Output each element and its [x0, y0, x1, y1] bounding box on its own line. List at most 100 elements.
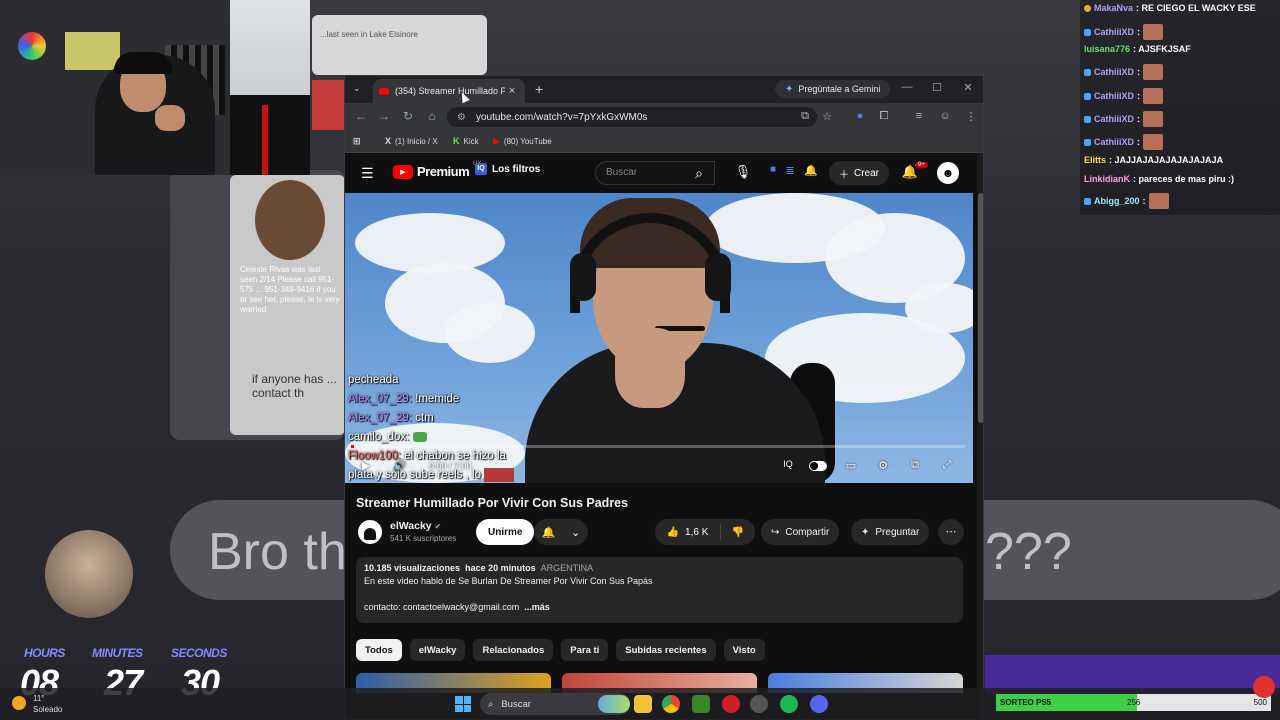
chat-username[interactable]: CathiiiXD — [1094, 114, 1134, 124]
opera-icon[interactable] — [722, 695, 740, 713]
youtube-premium-logo[interactable]: ▶ Premium UY — [393, 161, 481, 179]
bookmarks-bar: ⊞ X (1) Inicio / X K Kick ▶ (80) YouTube — [345, 131, 983, 153]
sorteo-current: 256 — [1127, 698, 1141, 707]
chip-relacionados[interactable]: Relacionados — [473, 639, 554, 661]
site-info-icon[interactable]: ⚙ — [457, 112, 466, 123]
search-icon[interactable]: ⌕ — [681, 161, 717, 185]
chat-username[interactable]: LinkidianK — [1084, 174, 1130, 184]
chip-todos[interactable]: Todos — [356, 639, 402, 661]
new-tab-button[interactable]: + — [535, 81, 543, 97]
chip-subidas-recientes[interactable]: Subidas recientes — [616, 639, 716, 661]
extension-list-icon[interactable]: ≣ — [780, 164, 800, 177]
back-icon[interactable]: ← — [353, 109, 369, 123]
chat-username[interactable]: Elitts — [1084, 155, 1106, 165]
menu-hamburger-icon[interactable]: ☰ — [361, 165, 374, 182]
discord-icon[interactable] — [810, 695, 828, 713]
weather-sun-icon[interactable] — [12, 696, 26, 710]
windows-start-icon[interactable] — [455, 696, 471, 712]
logo-text: Premium — [417, 164, 470, 179]
widgets-icon[interactable] — [598, 695, 630, 713]
chip-para-ti[interactable]: Para ti — [561, 639, 609, 661]
play-icon[interactable]: ▶ — [357, 459, 375, 472]
reload-icon[interactable]: ↻ — [400, 109, 416, 123]
chat-badge-icon — [1084, 92, 1091, 100]
channel-avatar[interactable] — [358, 520, 382, 544]
bookmark-label: (80) YouTube — [503, 137, 552, 146]
chat-username[interactable]: CathiiiXD — [1094, 91, 1134, 101]
file-explorer-icon[interactable] — [634, 695, 652, 713]
settings-gear-icon[interactable]: ⚙ — [874, 459, 892, 472]
extension-blue-icon[interactable]: ● — [852, 110, 868, 122]
voice-search-icon[interactable]: 🎙 — [733, 164, 753, 180]
subtitles-icon[interactable]: ▭ — [842, 459, 860, 472]
weather-temperature: 11° — [33, 694, 45, 703]
extensions-puzzle-icon[interactable]: ⧠ — [876, 110, 892, 123]
bookmark-x[interactable]: X (1) Inicio / X — [385, 136, 438, 146]
install-app-icon[interactable]: ⧉ — [797, 110, 813, 123]
browser-window: ⌄ (354) Streamer Humillado Por V... × + … — [344, 75, 984, 720]
minimize-icon[interactable]: — — [897, 81, 917, 93]
volume-icon[interactable]: 🔊 — [391, 459, 409, 472]
show-more-link[interactable]: ...más — [524, 602, 550, 612]
dislike-button[interactable]: 👎 — [721, 527, 755, 538]
chat-username[interactable]: CathiiiXD — [1094, 67, 1134, 77]
more-actions-icon[interactable]: ⋯ — [938, 519, 964, 545]
chip-elwacky[interactable]: elWacky — [409, 639, 466, 661]
subscription-bell-button[interactable]: 🔔 ⌄ — [534, 519, 588, 545]
ask-button[interactable]: ✦ Preguntar — [851, 519, 930, 545]
like-button[interactable]: 👍 1,6 K — [655, 524, 721, 540]
channel-name[interactable]: elWacky ✔ — [390, 520, 441, 532]
chrome-icon[interactable] — [662, 695, 680, 713]
tab-youtube[interactable]: (354) Streamer Humillado Por V... × — [373, 79, 525, 103]
miniplayer-icon[interactable]: ⧉ — [906, 459, 924, 472]
chat-username[interactable]: Abigg_200 — [1094, 196, 1140, 206]
chat-username[interactable]: CathiiiXD — [1094, 27, 1134, 37]
autoplay-toggle[interactable] — [809, 461, 827, 471]
join-button[interactable]: Unirme — [476, 519, 535, 545]
tab-list-dropdown-icon[interactable]: ⌄ — [353, 83, 361, 94]
page-scrollbar[interactable] — [977, 153, 983, 719]
video-progress-bar[interactable] — [351, 445, 965, 448]
x-logo-icon: X — [385, 136, 392, 146]
chat-emote — [1143, 88, 1164, 104]
chat-text: : — [1137, 91, 1141, 101]
chat-message: Elitts: JAJJAJAJAJAJAJAJAJA — [1084, 155, 1223, 165]
app-icon[interactable] — [750, 695, 768, 713]
filtros-button[interactable]: IQ Los filtros — [475, 163, 540, 175]
country-tag[interactable]: ARGENTINA — [541, 563, 594, 573]
video-player[interactable]: pecheada Alex_07_29: !memide Alex_07_29:… — [345, 193, 973, 483]
spotify-icon[interactable] — [780, 695, 798, 713]
create-button[interactable]: ＋ Crear — [829, 161, 890, 185]
headset-ear-left — [570, 253, 596, 301]
scrollbar-thumb[interactable] — [978, 193, 983, 423]
fullscreen-icon[interactable]: ⤢ — [938, 459, 956, 472]
extension-bell-icon[interactable]: 🔔 — [801, 164, 821, 177]
close-window-icon[interactable]: ✕ — [958, 81, 978, 94]
gemini-button[interactable]: ✦ Pregúntale a Gemini — [775, 80, 891, 98]
bookmark-star-icon[interactable]: ☆ — [819, 110, 835, 123]
bookmark-youtube[interactable]: ▶ (80) YouTube — [493, 136, 552, 147]
chat-username[interactable]: luisana776 — [1084, 44, 1130, 54]
bookmark-kick[interactable]: K Kick — [453, 136, 479, 146]
share-button[interactable]: ↪ Compartir — [761, 519, 840, 545]
reading-list-icon[interactable]: ≡ — [911, 110, 927, 122]
tab-close-icon[interactable]: × — [505, 85, 519, 97]
video-description[interactable]: 10.185 visualizaciones hace 20 minutos A… — [356, 557, 963, 623]
home-icon[interactable]: ⌂ — [424, 109, 440, 123]
chat-emote — [1143, 64, 1164, 80]
chat-username[interactable]: CathiiiXD — [1094, 137, 1134, 147]
chat-message: CathiiiXD : — [1084, 88, 1164, 104]
forward-icon[interactable]: → — [376, 109, 392, 123]
browser-menu-icon[interactable]: ⋮ — [963, 110, 979, 123]
iq-extension-icon[interactable]: IQ — [779, 459, 797, 469]
minecraft-icon[interactable] — [692, 695, 710, 713]
maximize-icon[interactable]: ☐ — [927, 81, 947, 94]
apps-grid-icon[interactable]: ⊞ — [353, 136, 361, 147]
chip-visto[interactable]: Visto — [723, 639, 765, 661]
chat-text: : RE CIEGO EL WACKY ESE — [1136, 3, 1256, 13]
account-avatar[interactable]: ☻ — [937, 162, 959, 184]
url-field[interactable]: ⚙ youtube.com/watch?v=7pYxkGxWM0s — [447, 107, 817, 127]
chat-username[interactable]: MakaNva — [1094, 3, 1133, 13]
bookmark-label: (1) Inicio / X — [395, 136, 438, 146]
profile-icon[interactable]: ☺ — [937, 110, 953, 122]
